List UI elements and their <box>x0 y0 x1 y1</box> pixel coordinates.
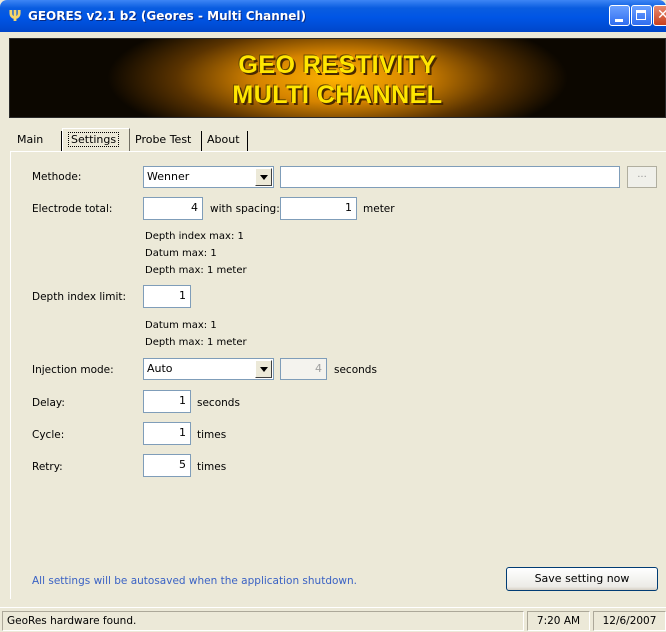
status-time: 7:20 AM <box>527 611 590 631</box>
delay-label: Delay: <box>32 397 65 409</box>
tab-settings[interactable]: Settings <box>62 128 130 151</box>
datum-max-info: Datum max: 1 <box>145 248 217 259</box>
banner: GEO RESTIVITY MULTI CHANNEL <box>9 38 666 118</box>
maximize-button[interactable] <box>631 5 652 26</box>
banner-subtitle: MULTI CHANNEL <box>232 81 443 109</box>
status-message: GeoRes hardware found. <box>2 611 524 631</box>
tab-main[interactable]: Main <box>12 131 62 151</box>
minimize-button[interactable] <box>609 5 630 26</box>
minimize-icon <box>615 19 623 22</box>
browse-button[interactable]: ... <box>627 166 657 188</box>
injection-mode-value: Auto <box>147 362 173 375</box>
window-title: GEORES v2.1 b2 (Geores - Multi Channel) <box>28 9 307 23</box>
datum-max-info-2: Datum max: 1 <box>145 320 217 331</box>
methode-label: Methode: <box>32 171 82 183</box>
chevron-down-icon[interactable] <box>255 168 272 186</box>
close-icon: ✕ <box>657 7 666 23</box>
depth-index-limit-field[interactable]: 1 <box>143 285 191 308</box>
retry-unit: times <box>197 461 227 473</box>
autosave-note: All settings will be autosaved when the … <box>32 575 358 587</box>
depth-index-max-info: Depth index max: 1 <box>145 231 244 242</box>
maximize-icon <box>636 10 646 20</box>
cycle-label: Cycle: <box>32 429 65 441</box>
spacing-label: with spacing: <box>210 203 280 215</box>
chevron-down-icon[interactable] <box>255 360 272 378</box>
delay-unit: seconds <box>197 397 240 409</box>
methode-path-field[interactable] <box>280 166 620 188</box>
injection-mode-label: Injection mode: <box>32 364 114 376</box>
injection-seconds-unit: seconds <box>334 364 377 376</box>
delay-field[interactable]: 1 <box>143 390 191 413</box>
retry-label: Retry: <box>32 461 63 473</box>
methode-select[interactable]: Wenner <box>143 166 274 188</box>
injection-seconds-field: 4 <box>280 358 327 380</box>
retry-field[interactable]: 5 <box>143 454 191 477</box>
depth-index-limit-label: Depth index limit: <box>32 291 127 303</box>
tab-probe-test[interactable]: Probe Test <box>130 131 202 151</box>
tuning-fork-icon[interactable]: Ψ <box>7 8 23 24</box>
tab-about[interactable]: About <box>202 131 248 151</box>
close-button[interactable]: ✕ <box>653 5 666 26</box>
injection-mode-select[interactable]: Auto <box>143 358 274 380</box>
electrode-spacing-field[interactable]: 1 <box>280 197 357 220</box>
electrode-total-field[interactable]: 4 <box>143 197 203 220</box>
cycle-unit: times <box>197 429 227 441</box>
spacing-unit: meter <box>363 203 395 215</box>
status-date: 12/6/2007 <box>593 611 666 631</box>
electrode-total-label: Electrode total: <box>32 203 113 215</box>
cycle-field[interactable]: 1 <box>143 422 191 445</box>
banner-title: GEO RESTIVITY <box>238 51 437 79</box>
depth-max-info: Depth max: 1 meter <box>145 265 247 276</box>
tab-settings-label: Settings <box>68 132 120 147</box>
save-setting-button[interactable]: Save setting now <box>506 567 658 591</box>
methode-value: Wenner <box>147 170 190 183</box>
depth-max-info-2: Depth max: 1 meter <box>145 337 247 348</box>
